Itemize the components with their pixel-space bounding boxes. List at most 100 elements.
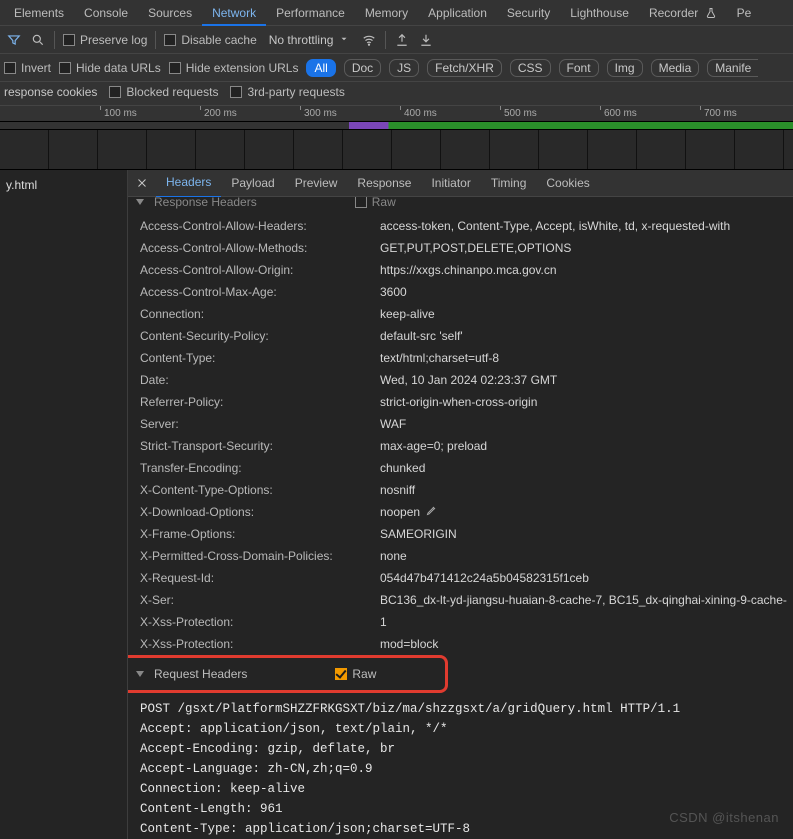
checkbox-icon (59, 62, 71, 74)
pencil-icon[interactable] (426, 503, 438, 521)
header-key: Content-Security-Policy: (140, 327, 380, 345)
header-value: nosniff (380, 481, 793, 499)
header-row: X-Frame-Options:SAMEORIGIN (140, 523, 793, 545)
response-raw-checkbox[interactable]: Raw (355, 197, 396, 209)
header-key: Access-Control-Allow-Origin: (140, 261, 380, 279)
header-row: Date:Wed, 10 Jan 2024 02:23:37 GMT (140, 369, 793, 391)
tab-memory[interactable]: Memory (355, 0, 418, 26)
disable-cache-label: Disable cache (181, 33, 256, 47)
header-value: keep-alive (380, 305, 793, 323)
request-headers-section[interactable]: Request Headers Raw (128, 657, 793, 691)
filter-chip-fetchxhr[interactable]: Fetch/XHR (427, 59, 502, 77)
throttling-select[interactable]: No throttling (265, 31, 353, 49)
filter-chip-js[interactable]: JS (389, 59, 419, 77)
hide-data-urls-checkbox[interactable]: Hide data URLs (59, 61, 161, 75)
detail-tab-payload[interactable]: Payload (221, 170, 284, 197)
header-row: X-Xss-Protection:1 (140, 611, 793, 633)
header-key: Server: (140, 415, 380, 433)
hide-extension-urls-checkbox[interactable]: Hide extension URLs (169, 61, 299, 75)
header-key: X-Xss-Protection: (140, 613, 380, 631)
chevron-down-icon (136, 199, 144, 205)
response-cookies-label: response cookies (4, 85, 97, 99)
header-row: Access-Control-Allow-Origin:https://xxgs… (140, 259, 793, 281)
third-party-label: 3rd-party requests (247, 85, 344, 99)
tab-overflow[interactable]: Pe (727, 0, 762, 26)
funnel-icon[interactable] (6, 32, 22, 48)
hide-data-urls-label: Hide data URLs (76, 61, 161, 75)
header-row: Strict-Transport-Security:max-age=0; pre… (140, 435, 793, 457)
tick-label: 300 ms (304, 108, 337, 119)
third-party-checkbox[interactable]: 3rd-party requests (230, 85, 344, 99)
tab-application[interactable]: Application (418, 0, 497, 26)
hide-extension-urls-label: Hide extension URLs (186, 61, 299, 75)
detail-tab-response[interactable]: Response (347, 170, 421, 197)
tab-performance[interactable]: Performance (266, 0, 355, 26)
checkbox-icon (164, 34, 176, 46)
chevron-down-icon (136, 671, 144, 677)
response-headers-section[interactable]: Response Headers Raw (128, 197, 793, 213)
request-raw-checkbox[interactable]: Raw (335, 667, 376, 681)
filter-chip-css[interactable]: CSS (510, 59, 551, 77)
header-key: Connection: (140, 305, 380, 323)
detail-tab-cookies[interactable]: Cookies (536, 170, 599, 197)
header-value: Wed, 10 Jan 2024 02:23:37 GMT (380, 371, 793, 389)
detail-tab-headers[interactable]: Headers (156, 169, 221, 197)
separator (54, 31, 55, 49)
header-key: X-Request-Id: (140, 569, 380, 587)
tab-recorder[interactable]: Recorder (639, 0, 727, 26)
header-value: max-age=0; preload (380, 437, 793, 455)
invert-checkbox[interactable]: Invert (4, 61, 51, 75)
tab-network[interactable]: Network (202, 0, 266, 26)
download-icon[interactable] (418, 32, 434, 48)
header-row: Content-Type:text/html;charset=utf-8 (140, 347, 793, 369)
header-value: 054d47b471412c24a5b04582315f1ceb (380, 569, 793, 587)
preserve-log-checkbox[interactable]: Preserve log (63, 33, 147, 47)
throttling-value: No throttling (269, 33, 334, 47)
timeline-overview[interactable] (0, 130, 793, 170)
timeline-ruler[interactable]: 100 ms 200 ms 300 ms 400 ms 500 ms 600 m… (0, 106, 793, 122)
devtools-tabstrip: Elements Console Sources Network Perform… (0, 0, 793, 26)
header-row: Transfer-Encoding:chunked (140, 457, 793, 479)
tick-label: 700 ms (704, 108, 737, 119)
tab-sources[interactable]: Sources (138, 0, 202, 26)
filter-chip-manifest[interactable]: Manife (707, 59, 758, 77)
tab-elements[interactable]: Elements (4, 0, 74, 26)
tab-lighthouse[interactable]: Lighthouse (560, 0, 639, 26)
header-row: X-Content-Type-Options:nosniff (140, 479, 793, 501)
tick-label: 500 ms (504, 108, 537, 119)
close-icon[interactable] (128, 170, 156, 197)
request-row[interactable]: y.html (0, 170, 127, 200)
tab-console[interactable]: Console (74, 0, 138, 26)
checkbox-icon (355, 197, 367, 208)
tick-label: 600 ms (604, 108, 637, 119)
preserve-log-label: Preserve log (80, 33, 147, 47)
filter-chip-all[interactable]: All (306, 59, 335, 77)
tab-security[interactable]: Security (497, 0, 560, 26)
header-row: Referrer-Policy:strict-origin-when-cross… (140, 391, 793, 413)
request-list: y.html (0, 170, 128, 839)
detail-tab-preview[interactable]: Preview (285, 170, 348, 197)
tick-label: 100 ms (104, 108, 137, 119)
header-key: X-Download-Options: (140, 503, 380, 521)
checkbox-icon (109, 86, 121, 98)
detail-tab-timing[interactable]: Timing (481, 170, 537, 197)
filter-bar: Invert Hide data URLs Hide extension URL… (0, 54, 793, 82)
detail-tab-initiator[interactable]: Initiator (421, 170, 480, 197)
flask-icon (705, 7, 717, 19)
wifi-icon[interactable] (361, 32, 377, 48)
filter-chip-doc[interactable]: Doc (344, 59, 381, 77)
disable-cache-checkbox[interactable]: Disable cache (164, 33, 256, 47)
header-value: 3600 (380, 283, 793, 301)
caret-down-icon (339, 34, 349, 44)
header-key: Access-Control-Allow-Methods: (140, 239, 380, 257)
upload-icon[interactable] (394, 32, 410, 48)
header-key: X-Frame-Options: (140, 525, 380, 543)
search-icon[interactable] (30, 32, 46, 48)
filter-chip-img[interactable]: Img (607, 59, 643, 77)
header-value: chunked (380, 459, 793, 477)
filter-chip-media[interactable]: Media (651, 59, 700, 77)
checkbox-icon (230, 86, 242, 98)
blocked-requests-checkbox[interactable]: Blocked requests (109, 85, 218, 99)
filter-chip-font[interactable]: Font (559, 59, 599, 77)
header-value: BC136_dx-lt-yd-jiangsu-huaian-8-cache-7,… (380, 591, 793, 609)
